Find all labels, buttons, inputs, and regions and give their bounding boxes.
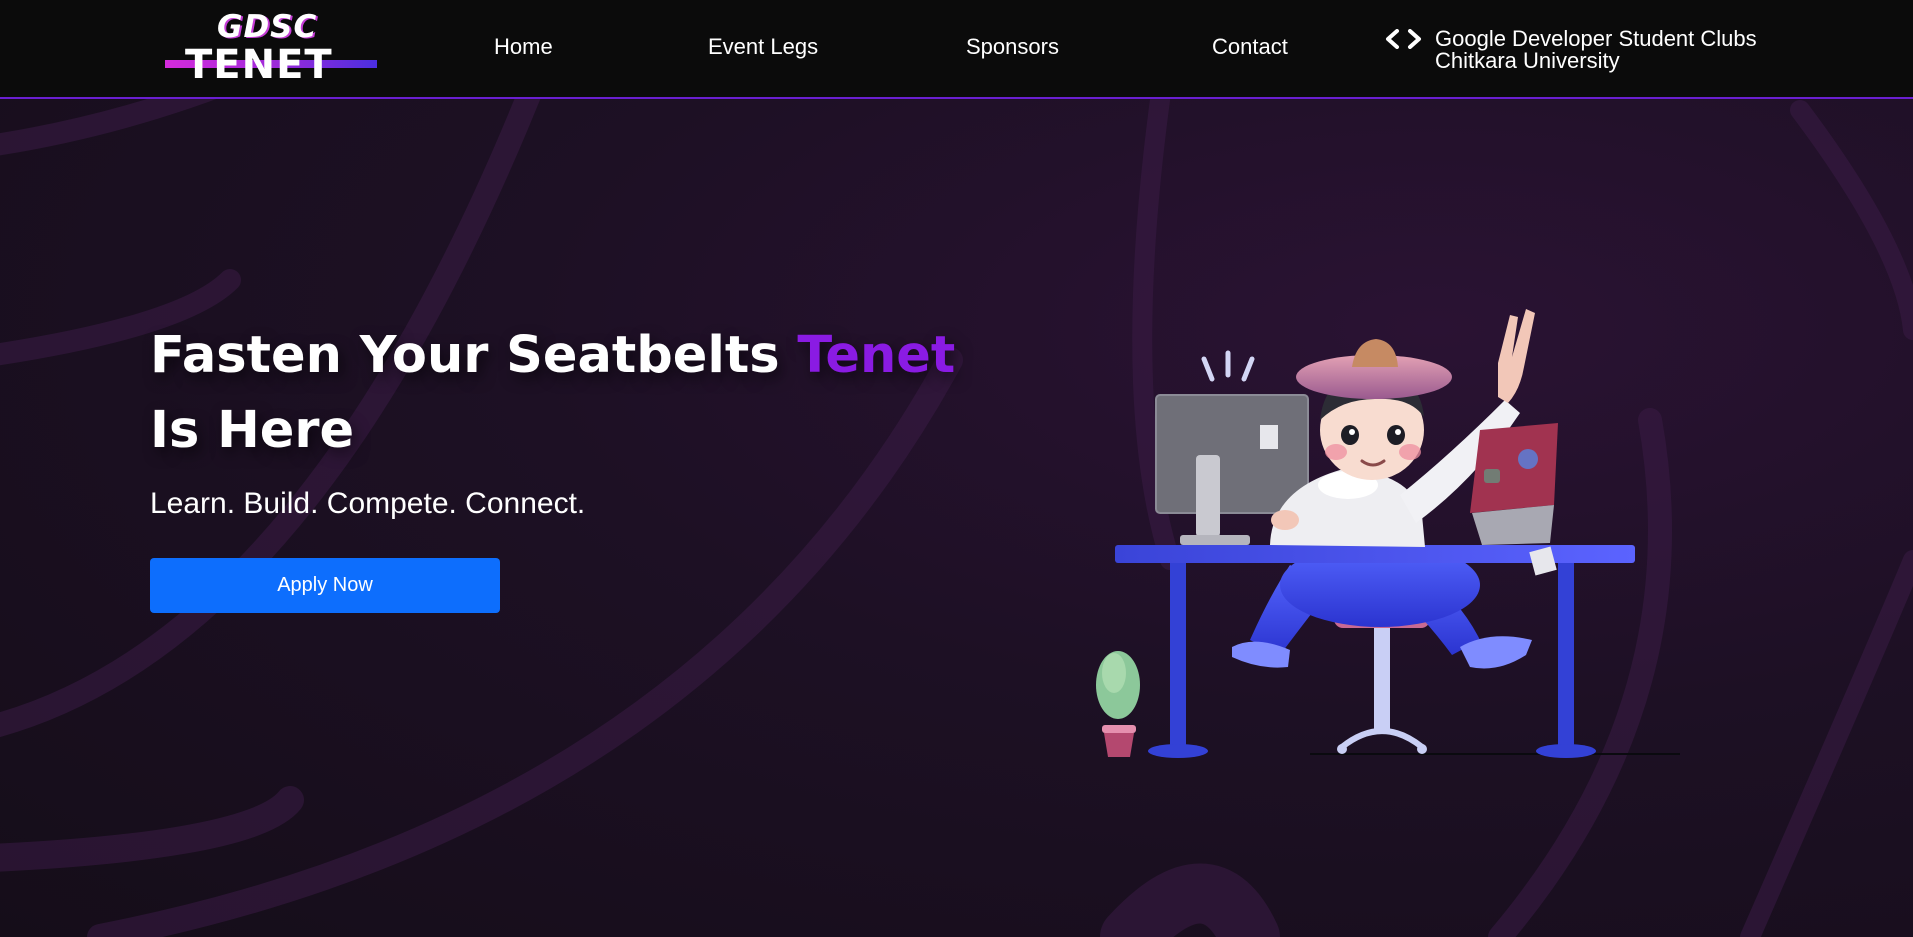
navbar: GDSC TENET Home Event Legs Sponsors Cont…	[0, 0, 1913, 99]
gdsc-brand-line2: Chitkara University	[1435, 48, 1620, 73]
logo-bottom-text: TENET	[185, 42, 333, 88]
gdsc-brackets-icon	[1386, 29, 1421, 49]
hero-title-part1: Fasten Your Seatbelts	[150, 326, 798, 385]
gdsc-brand[interactable]: Google Developer Student Clubs Chitkara …	[1385, 28, 1785, 76]
logo-top-text: GDSC	[217, 9, 318, 45]
hero-title-part2: Is Here	[150, 401, 355, 460]
apply-now-button[interactable]: Apply Now	[150, 558, 500, 613]
nav-link-sponsors[interactable]: Sponsors	[966, 34, 1059, 60]
plant-icon	[1096, 651, 1140, 757]
hero-title-accent: Tenet	[797, 326, 956, 385]
gdsc-brand-line1: Google Developer Student Clubs	[1435, 26, 1757, 51]
nav-link-home[interactable]: Home	[494, 34, 553, 60]
developer-at-desk-illustration	[1096, 309, 1680, 758]
nav-link-event-legs[interactable]: Event Legs	[708, 34, 818, 60]
hero-subtitle: Learn. Build. Compete. Connect.	[150, 487, 586, 520]
page: GDSC TENET Home Event Legs Sponsors Cont…	[0, 0, 1913, 937]
hero-title: Fasten Your Seatbelts Tenet Is Here	[150, 318, 970, 468]
gdsc-tenet-logo[interactable]: GDSC TENET	[165, 8, 380, 86]
nav-link-contact[interactable]: Contact	[1212, 34, 1288, 60]
